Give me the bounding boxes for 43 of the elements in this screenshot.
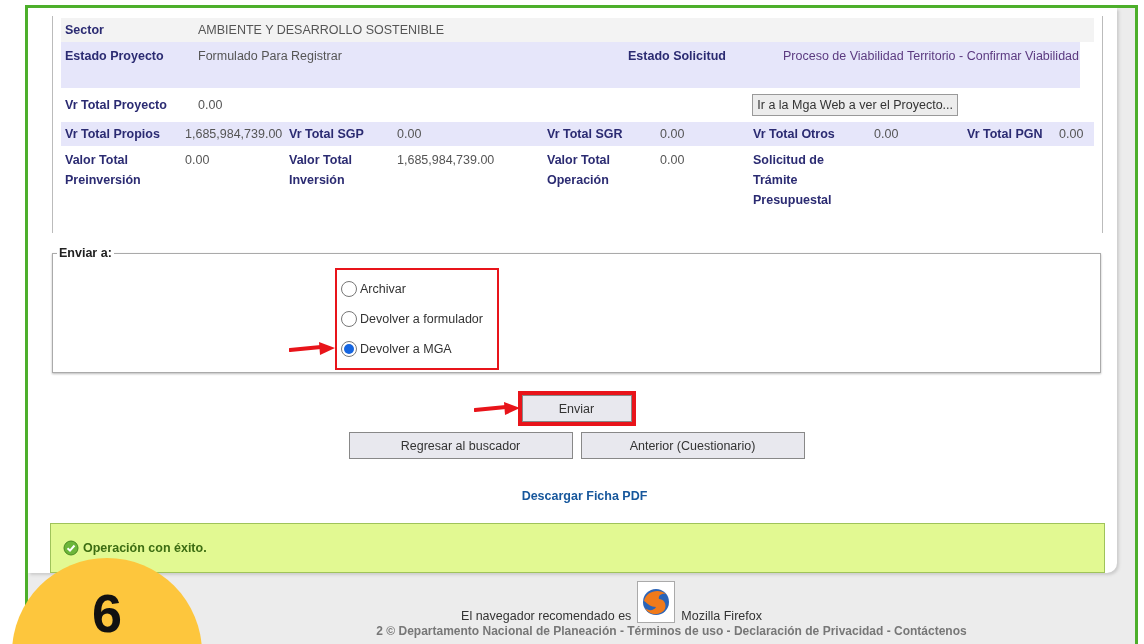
- field-value: Proceso de Viabilidad Territorio - Confirmar Viabilidad: [783, 49, 1079, 63]
- footer-text: El navegador recomendado es: [461, 609, 632, 623]
- download-pdf-link[interactable]: Descargar Ficha PDF: [52, 489, 1117, 503]
- field-value: 0.00: [397, 127, 423, 141]
- field-label: Vr Total Otros: [753, 127, 836, 141]
- field-label: Solicitud de Trámite Presupuestal: [753, 152, 833, 209]
- success-text: Operación con éxito.: [83, 541, 207, 555]
- field-value: 0.00: [660, 127, 686, 141]
- radio-label: Devolver a MGA: [360, 342, 452, 356]
- field-label: Sector: [65, 23, 105, 37]
- field-label: Vr Total SGR: [547, 127, 624, 141]
- field-value: 0.00: [198, 98, 223, 112]
- field-value: 0.00: [1059, 127, 1085, 141]
- field-label: Valor Total Operación: [547, 152, 611, 189]
- field-label: Estado Solicitud: [628, 49, 727, 63]
- field-value: Formulado Para Registrar: [198, 49, 343, 63]
- field-label: Vr Total PGN: [967, 127, 1044, 141]
- nav-button[interactable]: Regresar al buscador: [348, 432, 573, 459]
- copyright-text: 2 © Departamento Nacional de Planeación - Términos de uso - Declaración de Privacidad - Contáctenos: [376, 624, 967, 638]
- field-label: Valor Total Preinversión: [65, 152, 142, 189]
- field-value: 0.00: [660, 152, 686, 169]
- field-value: 0.00: [185, 152, 211, 169]
- nav-button[interactable]: Anterior (Cuestionario): [580, 432, 805, 459]
- send-button[interactable]: Enviar: [521, 395, 632, 422]
- browser-name: Mozilla Firefox: [681, 609, 762, 623]
- radio-button[interactable]: [341, 341, 357, 357]
- globe-fox-icon: [641, 587, 672, 617]
- field-value: AMBIENTE Y DESARROLLO SOSTENIBLE: [198, 23, 445, 37]
- field-value: 1,685,984,739.00: [185, 127, 284, 141]
- field-value: 1,685,984,739.00: [397, 152, 496, 169]
- field-label: Estado Proyecto: [65, 49, 165, 63]
- radio-label: Devolver a formulador: [360, 312, 483, 326]
- fieldset-legend: Enviar a:: [57, 246, 114, 260]
- field-value: 0.00: [874, 127, 900, 141]
- view-project-button[interactable]: Ir a la Mga Web a ver el Proyecto...: [752, 94, 958, 116]
- radio-button[interactable]: [341, 311, 357, 327]
- field-label: Vr Total Propios: [65, 127, 161, 141]
- field-label: Vr Total Proyecto: [65, 98, 168, 112]
- check-icon: [63, 540, 79, 556]
- radio-label: Archivar: [360, 282, 406, 296]
- field-label: Valor Total Inversión: [289, 152, 353, 189]
- field-label: Vr Total SGP: [289, 127, 365, 141]
- radio-button[interactable]: [341, 281, 357, 297]
